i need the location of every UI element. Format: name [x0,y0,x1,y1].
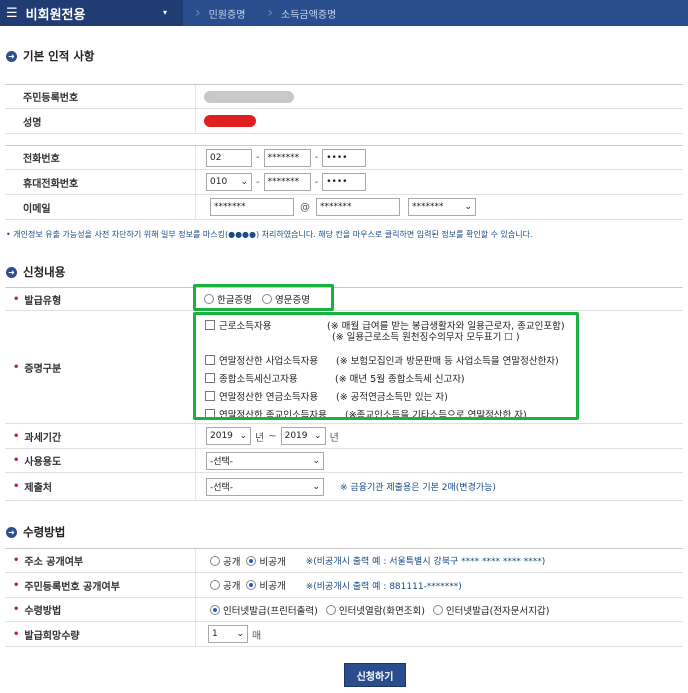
section-title-text: 기본 인적 사항 [23,49,95,63]
issue-type-label: 발급유형 [5,288,196,310]
radio-button[interactable] [246,580,257,590]
address-disclosure-note: ※(비공개시 출력 예 : 서울특별시 강북구 **** **** **** *… [305,557,546,567]
submit-to-select[interactable]: -선택- ⌄ [206,477,324,496]
email-domain-input[interactable]: ******* [316,198,400,216]
top-navigation-bar: ☰ 비회원전용 ▾ › 민원증명 › 소득금액증명 [0,0,688,26]
phone-label: 전화번호 [5,146,196,169]
rrn-private-option[interactable]: 비공개 [246,578,286,592]
usage-label: 사용용도 [5,449,196,472]
chevron-down-icon[interactable]: ▾ [163,8,167,17]
apply-button[interactable]: 신청하기 [344,663,406,687]
section-title-text: 신청내용 [23,265,66,279]
method-wallet-option[interactable]: 인터넷발급(전자문서지갑) [432,603,549,617]
chevron-down-icon: ⌄ [314,431,322,441]
row-submit-to: 제출처 -선택-⌄ ※ 금융기관 제출용은 기본 2매(변경가능) [5,473,683,501]
address-public-option[interactable]: 공개 [210,554,240,568]
row-rrn: 주민등록번호 [5,84,683,109]
row-mobile: 휴대전화번호 010 ⌄ - ******* - •••• [5,170,683,195]
chevron-down-icon: ⌄ [464,202,472,212]
radio-button[interactable] [210,604,220,615]
row-quantity: 발급희망수량 1⌄ 매 [5,622,683,647]
masked-rrn-value [204,90,294,103]
phone-part2-input[interactable]: ******* [263,148,311,167]
breadcrumb: › 민원증명 › 소득금액증명 [189,0,336,26]
chevron-down-icon: ⌄ [239,431,247,441]
address-private-option[interactable]: 비공개 [246,554,286,568]
arrow-bullet-icon: ➜ [6,526,17,538]
row-receive-method: 수령방법 인터넷발급(프린터출력) 인터넷열람(화면조회) 인터넷발급(전자문서… [5,598,683,622]
mobile-part2-input[interactable]: ******* [263,173,311,191]
breadcrumb-item-income[interactable]: 소득금액증명 [281,6,336,21]
radio-button[interactable] [246,555,257,566]
chevron-down-icon: ⌄ [236,629,244,639]
mobile-label: 휴대전화번호 [5,170,196,194]
arrow-bullet-icon: ➜ [6,266,17,278]
year-unit: 년 [329,432,339,444]
rrn-label: 주민등록번호 [5,85,196,108]
email-domain-select[interactable]: ******* ⌄ [408,198,476,216]
dash-separator: - [256,152,260,163]
row-name: 성명 [5,109,683,134]
method-print-option[interactable]: 인터넷발급(프린터출력) [210,603,318,617]
mobile-prefix-select[interactable]: 010 ⌄ [206,173,252,191]
chevron-down-icon: ⌄ [312,455,320,466]
certificate-kind-label: 증명구분 [5,311,196,423]
dash-separator: - [314,152,319,163]
mobile-part3-input[interactable]: •••• [322,173,367,191]
rrn-disclosure-note: ※(비공개시 출력 예 : 881111-*******) [305,581,462,592]
section-title-basic: ➜ 기본 인적 사항 [6,48,95,64]
arrow-bullet-icon: ➜ [6,50,17,62]
usage-select[interactable]: -선택- ⌄ [206,451,324,470]
radio-button[interactable] [210,555,220,566]
phone-part3-input[interactable]: •••• [322,148,367,167]
at-sign: @ [300,201,310,213]
highlight-box-issue-type [193,284,334,311]
breadcrumb-item-civil[interactable]: 민원증명 [209,6,246,21]
year-from-select[interactable]: 2019 ⌄ [206,427,251,445]
menu-title: 비회원전용 [25,7,86,23]
address-disclosure-label: 주소 공개여부 [5,549,196,572]
dash-separator: - [256,176,260,188]
hamburger-icon[interactable]: ☰ [6,6,18,21]
email-label: 이메일 [5,195,196,219]
section-title-apply: ➜ 신청내용 [6,264,65,280]
email-id-input[interactable]: ******* [210,198,294,216]
dash-separator: - [314,176,319,188]
radio-button[interactable] [325,604,336,615]
quantity-label: 발급희망수량 [5,622,196,646]
section-title-receive: ➜ 수령방법 [6,524,65,540]
member-menu-dropdown[interactable]: ☰ 비회원전용 ▾ [0,0,183,26]
quantity-unit: 매 [252,630,262,642]
receive-method-label: 수령방법 [5,598,196,621]
section-title-text: 수령방법 [23,525,66,539]
radio-button[interactable] [210,580,220,590]
submit-to-note: ※ 금융기관 제출용은 기본 2매(변경가능) [340,483,496,493]
masked-name-value [204,115,256,127]
tax-period-label: 과세기간 [5,424,196,448]
chevron-down-icon: ⌄ [312,481,320,492]
method-view-option[interactable]: 인터넷열람(화면조회) [325,603,425,617]
year-to-select[interactable]: 2019 ⌄ [280,427,326,445]
row-tax-period: 과세기간 2019⌄ 년 ~ 2019⌄ 년 [5,424,683,449]
range-tilde: ~ [268,430,277,442]
row-address-disclosure: 주소 공개여부 공개 비공개 ※(비공개시 출력 예 : 서울특별시 강북구 *… [5,548,683,573]
submit-to-label: 제출처 [5,473,196,500]
chevron-down-icon: ⌄ [240,177,248,187]
privacy-note: • 개인정보 유출 가능성을 사전 차단하기 위해 일부 정보를 마스킹(●●●… [6,230,533,239]
year-unit: 년 [255,432,265,444]
rrn-disclosure-label: 주민등록번호 공개여부 [5,573,196,597]
radio-button[interactable] [432,604,443,615]
phone-part1-input[interactable]: 02 [206,148,252,167]
name-label: 성명 [5,109,196,133]
row-issue-type: 발급유형 한글증명 영문증명 [5,287,683,311]
quantity-select[interactable]: 1 ⌄ [208,625,248,643]
rrn-public-option[interactable]: 공개 [210,578,240,592]
row-rrn-disclosure: 주민등록번호 공개여부 공개 비공개 ※(비공개시 출력 예 : 881111-… [5,573,683,598]
highlight-box-certificate-kind [193,312,579,420]
breadcrumb-separator-icon: › [195,5,201,21]
row-usage: 사용용도 -선택-⌄ [5,449,683,473]
row-phone: 전화번호 02 - ******* - •••• [5,145,683,170]
breadcrumb-separator-icon: › [267,5,274,21]
row-email: 이메일 ******* @ ******* ******* ⌄ [5,195,683,220]
